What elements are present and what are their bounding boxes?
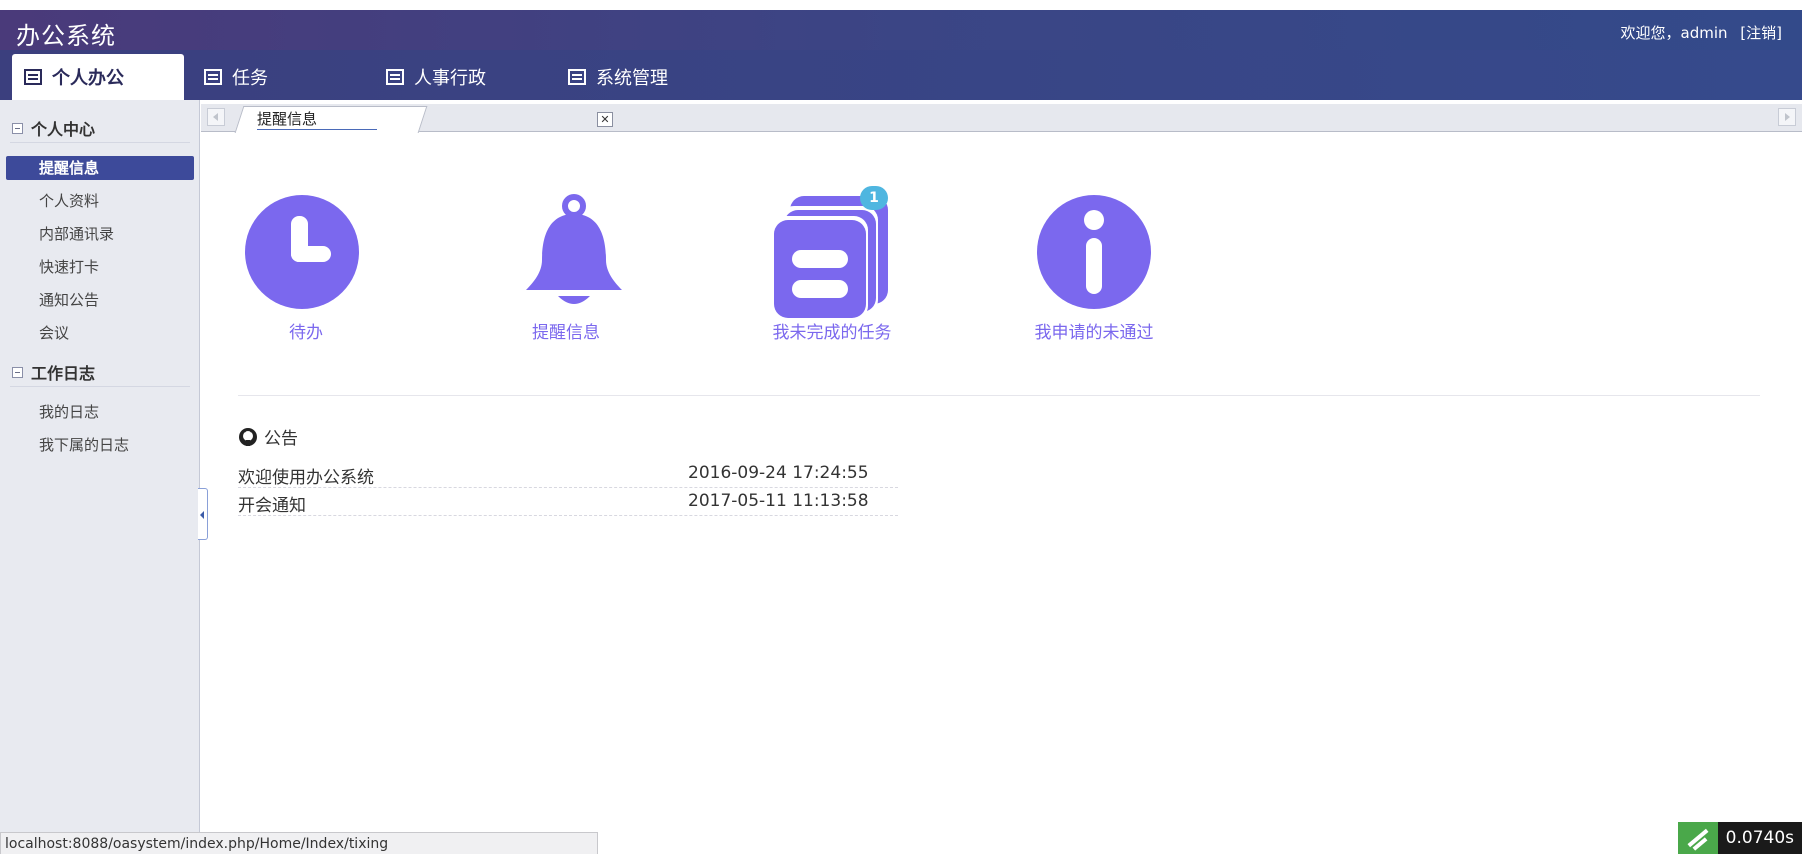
top-nav: 个人办公 任务 人事行政 系统管理	[0, 50, 1802, 100]
tab-scroll-left-button[interactable]	[207, 108, 225, 126]
notice-row[interactable]: 欢迎使用办公系统 2016-09-24 17:24:55	[238, 460, 898, 488]
sidebar-group-title: 工作日志	[31, 364, 96, 383]
list-icon	[204, 69, 222, 85]
notice-item-title[interactable]: 开会通知	[238, 491, 306, 516]
github-icon	[239, 427, 257, 446]
nav-tab-label: 人事行政	[414, 68, 486, 89]
sidebar-item-subordinate-log[interactable]: 我下属的日志	[6, 433, 194, 457]
sidebar-item-meetings[interactable]: 会议	[6, 321, 194, 345]
notice-row[interactable]: 开会通知 2017-05-11 11:13:58	[238, 488, 898, 516]
notice-item-title[interactable]: 欢迎使用办公系统	[238, 463, 374, 488]
sidebar-collapse-handle[interactable]	[198, 488, 208, 540]
sidebar-item-profile[interactable]: 个人资料	[6, 189, 194, 213]
shortcut-label: 提醒信息	[532, 323, 600, 343]
nav-tab-hr-admin[interactable]: 人事行政	[386, 54, 526, 100]
sidebar-group-personal-center[interactable]: 个人中心	[12, 115, 95, 141]
collapse-icon	[12, 122, 23, 134]
logout-link[interactable]: [注销]	[1740, 24, 1782, 42]
sidebar-item-contacts[interactable]: 内部通讯录	[6, 222, 194, 246]
nav-tab-system-admin[interactable]: 系统管理	[568, 54, 718, 100]
list-icon	[24, 69, 42, 85]
list-icon	[568, 69, 586, 85]
sidebar-item-announcements[interactable]: 通知公告	[6, 288, 194, 312]
collapse-icon	[12, 366, 23, 378]
shortcut-label: 待办	[289, 323, 323, 343]
tab-strip: 提醒信息 ✕	[201, 104, 1802, 133]
welcome-text: 欢迎您，admin	[1620, 24, 1728, 42]
app-title: 办公系统	[16, 22, 116, 50]
sidebar-group-title: 个人中心	[31, 120, 96, 139]
nav-tab-label: 个人办公	[52, 68, 124, 89]
nav-tab-task[interactable]: 任务	[204, 54, 334, 100]
sidebar: 个人中心 提醒信息 个人资料 内部通讯录 快速打卡 通知公告 会议 工作日志 我…	[0, 100, 200, 854]
list-icon	[386, 69, 404, 85]
nav-tab-label: 系统管理	[596, 68, 668, 89]
clock-icon	[245, 195, 359, 309]
timer-value: 0.0740s	[1717, 822, 1802, 854]
sidebar-item-reminders[interactable]: 提醒信息	[6, 156, 194, 180]
screen: 办公系统 欢迎您，admin [注销] 个人办公 任务 人事行政 系统管理 个人…	[0, 0, 1802, 854]
sidebar-item-my-log[interactable]: 我的日志	[6, 400, 194, 424]
divider	[10, 386, 190, 387]
sidebar-group-work-log[interactable]: 工作日志	[12, 359, 95, 385]
shortcut-label: 我申请的未通过	[1034, 323, 1154, 343]
notice-item-time: 2017-05-11 11:13:58	[688, 491, 869, 511]
bell-icon	[526, 194, 622, 304]
nav-tab-label: 任务	[232, 68, 268, 89]
divider	[10, 142, 190, 143]
timer-logo-icon	[1677, 822, 1718, 854]
status-bar-url: localhost:8088/oasystem/index.php/Home/I…	[0, 832, 598, 854]
user-info: 欢迎您，admin [注销]	[1621, 22, 1783, 43]
nav-tab-personal-office[interactable]: 个人办公	[12, 54, 184, 100]
tab-close-icon[interactable]: ✕	[597, 112, 613, 127]
task-stack-icon	[770, 196, 888, 320]
task-count-badge: 1	[860, 186, 888, 210]
notice-item-time: 2016-09-24 17:24:55	[688, 463, 869, 483]
notice-title: 公告	[264, 429, 298, 449]
page-timer: 0.0740s	[1677, 822, 1802, 854]
divider	[238, 395, 1760, 396]
tab-label: 提醒信息	[257, 108, 378, 130]
sidebar-item-clock-in[interactable]: 快速打卡	[6, 255, 194, 279]
title-bar: 办公系统 欢迎您，admin [注销]	[0, 10, 1802, 50]
shortcut-label: 我未完成的任务	[772, 323, 892, 343]
notice-header: 公告	[238, 424, 298, 449]
info-icon	[1037, 195, 1151, 309]
tab-scroll-right-button[interactable]	[1778, 108, 1796, 126]
